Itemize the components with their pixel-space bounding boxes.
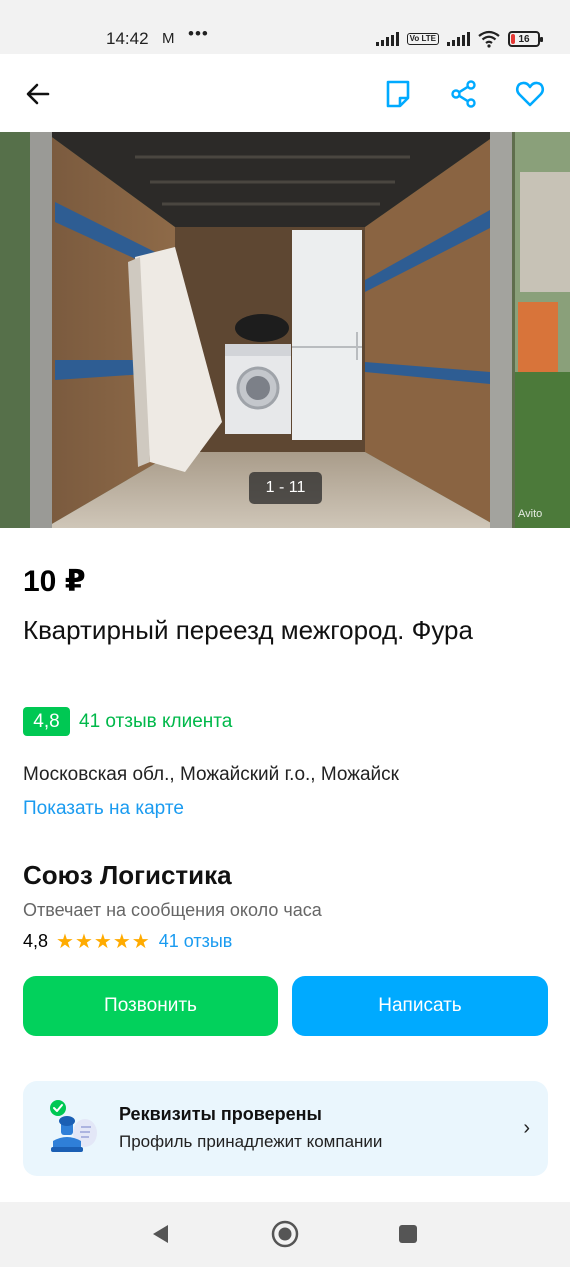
- rating-badge: 4,8: [23, 707, 70, 736]
- address: Московская обл., Можайский г.о., Можайск: [23, 764, 399, 785]
- arrow-left-icon[interactable]: [18, 74, 58, 114]
- more-notifications-icon: •••: [188, 24, 209, 43]
- status-time: 14:42: [106, 29, 149, 48]
- chevron-right-icon: ›: [523, 1117, 530, 1139]
- verified-details-card[interactable]: Реквизиты проверены Профиль принадлежит …: [23, 1081, 548, 1176]
- listing-title: Квартирный переезд межгород. Фура: [23, 615, 473, 645]
- photo-counter: 1 - 11: [249, 472, 322, 504]
- wifi-icon: [478, 30, 500, 48]
- show-on-map-link[interactable]: Показать на карте: [23, 798, 184, 820]
- battery-level: 16: [518, 33, 530, 45]
- seller-name[interactable]: Союз Логистика: [23, 860, 232, 891]
- reviews-link[interactable]: 41 отзыв клиента: [79, 711, 232, 733]
- listing-rating-row[interactable]: 4,8 41 отзыв клиента: [23, 707, 232, 736]
- call-button[interactable]: Позвонить: [23, 976, 278, 1036]
- battery-icon: 16: [508, 31, 543, 47]
- heart-icon[interactable]: [510, 74, 550, 114]
- verified-subtitle: Профиль принадлежит компании: [119, 1132, 383, 1151]
- nav-recents-icon[interactable]: [392, 1218, 424, 1250]
- seller-rating-row[interactable]: 4,8 ★★★★★ 41 отзыв: [23, 929, 232, 954]
- nav-home-icon[interactable]: [269, 1218, 301, 1250]
- status-bar: 14:42 M ••• Vo LTE 16: [0, 0, 570, 54]
- volte-icon: Vo LTE: [406, 33, 439, 45]
- watermark-label: Avito: [518, 508, 543, 520]
- photo-gallery[interactable]: [0, 132, 570, 528]
- message-button[interactable]: Написать: [292, 976, 548, 1036]
- nav-back-icon[interactable]: [144, 1218, 176, 1250]
- price: 10 ₽: [23, 565, 86, 598]
- truck-interior-photo: [0, 132, 570, 528]
- verified-title: Реквизиты проверены: [119, 1104, 322, 1124]
- seller-rating-value: 4,8: [23, 931, 49, 951]
- seller-response-time: Отвечает на сообщения около часа: [23, 900, 322, 920]
- signal-icon: [375, 32, 399, 46]
- star-rating-icon: ★★★★★: [56, 931, 151, 953]
- gmail-icon: M: [162, 30, 175, 47]
- top-toolbar: [0, 54, 570, 132]
- signal-icon-2: [447, 32, 470, 46]
- note-icon[interactable]: [378, 74, 418, 114]
- seller-reviews-link[interactable]: 41 отзыв: [159, 931, 233, 952]
- status-icons: Vo LTE 16: [375, 29, 543, 49]
- system-nav-bar: [0, 1202, 570, 1267]
- stamp-check-icon: [50, 1100, 97, 1152]
- share-icon[interactable]: [444, 74, 484, 114]
